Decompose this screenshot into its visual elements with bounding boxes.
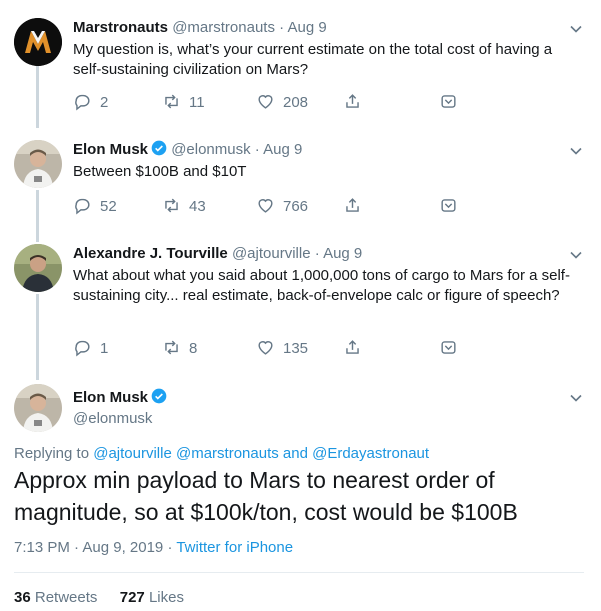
marstronauts-logo (14, 18, 62, 66)
author-name[interactable]: Marstronauts (73, 19, 168, 36)
like-count: 766 (283, 198, 309, 215)
tweet-marstronauts[interactable]: Marstronauts @marstronauts · Aug 9 My qu… (0, 0, 601, 125)
tweet-header: Alexandre J. Tourville @ajtourville · Au… (73, 245, 363, 262)
tweet-timestamp[interactable]: 7:13 PM · Aug 9, 2019 (14, 539, 163, 556)
main-tweet: Elon Musk @elonmusk Replying to @ajtourv… (0, 380, 601, 611)
share-button[interactable] (343, 196, 370, 218)
bookmark-icon (441, 199, 456, 212)
chevron-down-icon[interactable] (569, 391, 583, 405)
share-icon (346, 340, 359, 354)
retweets-count: 36 (14, 589, 31, 606)
share-button[interactable] (343, 338, 370, 360)
retweet-count: 8 (189, 340, 198, 357)
retweet-button[interactable]: 11 (162, 92, 205, 114)
save-button[interactable] (439, 196, 466, 218)
avatar[interactable] (14, 140, 62, 188)
retweet-count: 43 (189, 198, 206, 215)
main-tweet-text: Approx min payload to Mars to nearest or… (14, 467, 518, 525)
likes-stat[interactable]: 727 Likes (120, 589, 184, 606)
tweet-actions: 52 43 766 (73, 196, 493, 218)
chevron-down-icon[interactable] (569, 22, 583, 36)
tweet-meta: 7:13 PM · Aug 9, 2019 · Twitter for iPho… (14, 538, 293, 558)
tourville-avatar-image (14, 244, 62, 292)
reply-count: 52 (100, 198, 117, 215)
verified-badge-icon (151, 388, 167, 404)
retweets-label: Retweets (34, 589, 98, 606)
like-button[interactable]: 135 (256, 338, 308, 360)
elon-avatar-image (14, 384, 62, 432)
tweet-actions: 1 8 135 (73, 338, 493, 360)
save-button[interactable] (439, 338, 466, 360)
author-handle[interactable]: @elonmusk (171, 141, 250, 158)
likes-count: 727 (119, 589, 145, 606)
bookmark-icon (441, 95, 456, 108)
avatar[interactable] (14, 18, 62, 66)
tweet-text: Between $100B and $10T (73, 163, 247, 180)
tweet-date[interactable]: Aug 9 (287, 19, 326, 36)
author-handle[interactable]: @elonmusk (73, 410, 152, 427)
likes-label: Likes (148, 589, 184, 606)
retweet-button[interactable]: 8 (162, 338, 197, 360)
author-name[interactable]: Elon Musk (73, 141, 148, 158)
replying-prefix: Replying to (14, 445, 94, 462)
reply-button[interactable]: 52 (73, 196, 117, 218)
tweet-stats: 36 Retweets 727 Likes (14, 588, 184, 608)
retweet-count: 11 (189, 94, 205, 111)
reply-icon (75, 94, 90, 111)
tweet-actions: 2 11 208 (73, 92, 493, 114)
like-button[interactable]: 766 (256, 196, 308, 218)
author-handle-line: @elonmusk (73, 409, 152, 429)
reply-count: 2 (100, 94, 109, 111)
chevron-down-icon[interactable] (569, 144, 583, 158)
reply-icon (75, 340, 90, 357)
meta-separator: · (163, 539, 177, 556)
reply-icon (75, 198, 90, 215)
tweet-text: My question is, what’s your current esti… (73, 41, 553, 78)
like-button[interactable]: 208 (256, 92, 308, 114)
heart-icon (258, 199, 273, 213)
tweet-header: Elon Musk (73, 388, 167, 408)
retweet-icon (165, 94, 178, 109)
save-button[interactable] (439, 92, 466, 114)
retweet-icon (165, 340, 178, 355)
divider (14, 572, 584, 573)
verified-badge-icon (151, 140, 167, 156)
share-icon (346, 94, 359, 108)
author-handle[interactable]: @marstronauts (172, 19, 275, 36)
tweet-text: What about what you said about 1,000,000… (73, 267, 570, 304)
avatar[interactable] (14, 384, 62, 432)
replying-to: Replying to @ajtourville @marstronauts a… (14, 444, 429, 464)
author-name[interactable]: Elon Musk (73, 389, 148, 406)
author-handle[interactable]: @ajtourville (232, 245, 311, 262)
replying-to-links[interactable]: @ajtourville @marstronauts and @Erdayast… (93, 445, 429, 462)
bookmark-icon (441, 341, 456, 354)
tweet-source[interactable]: Twitter for iPhone (176, 539, 293, 556)
reply-button[interactable]: 2 (73, 92, 108, 114)
tweet-elonmusk-1[interactable]: Elon Musk @elonmusk · Aug 9 Between $100… (0, 125, 601, 229)
author-name[interactable]: Alexandre J. Tourville (73, 245, 228, 262)
reply-count: 1 (100, 340, 109, 357)
share-button[interactable] (343, 92, 370, 114)
tweet-header: Marstronauts @marstronauts · Aug 9 (73, 19, 327, 36)
like-count: 135 (283, 340, 309, 357)
avatar[interactable] (14, 244, 62, 292)
elon-avatar-image (14, 140, 62, 188)
retweets-stat[interactable]: 36 Retweets (14, 589, 97, 606)
like-count: 208 (283, 94, 309, 111)
retweet-icon (165, 198, 178, 213)
reply-button[interactable]: 1 (73, 338, 108, 360)
tweet-date[interactable]: Aug 9 (323, 245, 362, 262)
tweet-ajtourville[interactable]: Alexandre J. Tourville @ajtourville · Au… (0, 229, 601, 380)
chevron-down-icon[interactable] (569, 248, 583, 262)
retweet-button[interactable]: 43 (162, 196, 206, 218)
share-icon (346, 198, 359, 212)
tweet-header: Elon Musk @elonmusk · Aug 9 (73, 140, 303, 158)
tweet-date[interactable]: Aug 9 (263, 141, 302, 158)
heart-icon (258, 95, 273, 109)
heart-icon (258, 341, 273, 355)
